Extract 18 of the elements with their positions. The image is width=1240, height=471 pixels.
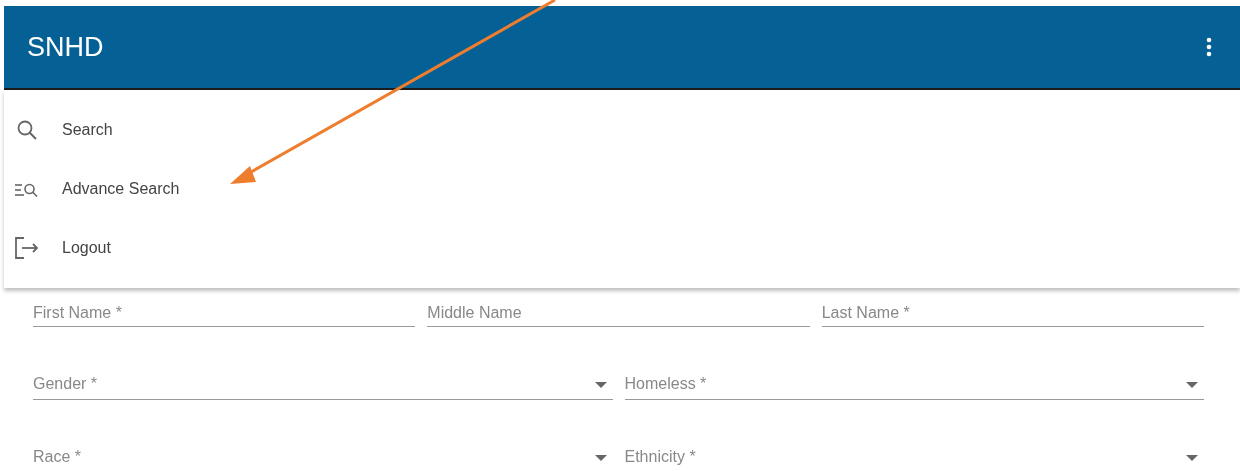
select-field[interactable]: Gender *: [33, 364, 613, 400]
search-icon: [15, 118, 39, 141]
caret-icon: [594, 455, 607, 461]
menu-item[interactable]: Logout: [4, 218, 1240, 277]
more-menu-icon[interactable]: [1206, 37, 1212, 57]
caret-icon: [1186, 382, 1198, 388]
select-field[interactable]: Ethnicity *: [624, 437, 1204, 471]
input-field[interactable]: Last Name *: [821, 291, 1204, 327]
input-field[interactable]: First Name *: [33, 291, 416, 327]
input-field[interactable]: Middle Name: [427, 291, 810, 327]
menu-item[interactable]: Advance Search: [4, 159, 1240, 218]
select-field[interactable]: Homeless *: [624, 364, 1204, 400]
caret-icon: [594, 382, 607, 388]
select-field[interactable]: Race *: [33, 437, 613, 471]
app-title: SNHD: [27, 31, 104, 63]
caret-icon: [1186, 455, 1198, 461]
menu-item[interactable]: Search: [4, 100, 1240, 159]
logout-icon: [15, 236, 39, 259]
